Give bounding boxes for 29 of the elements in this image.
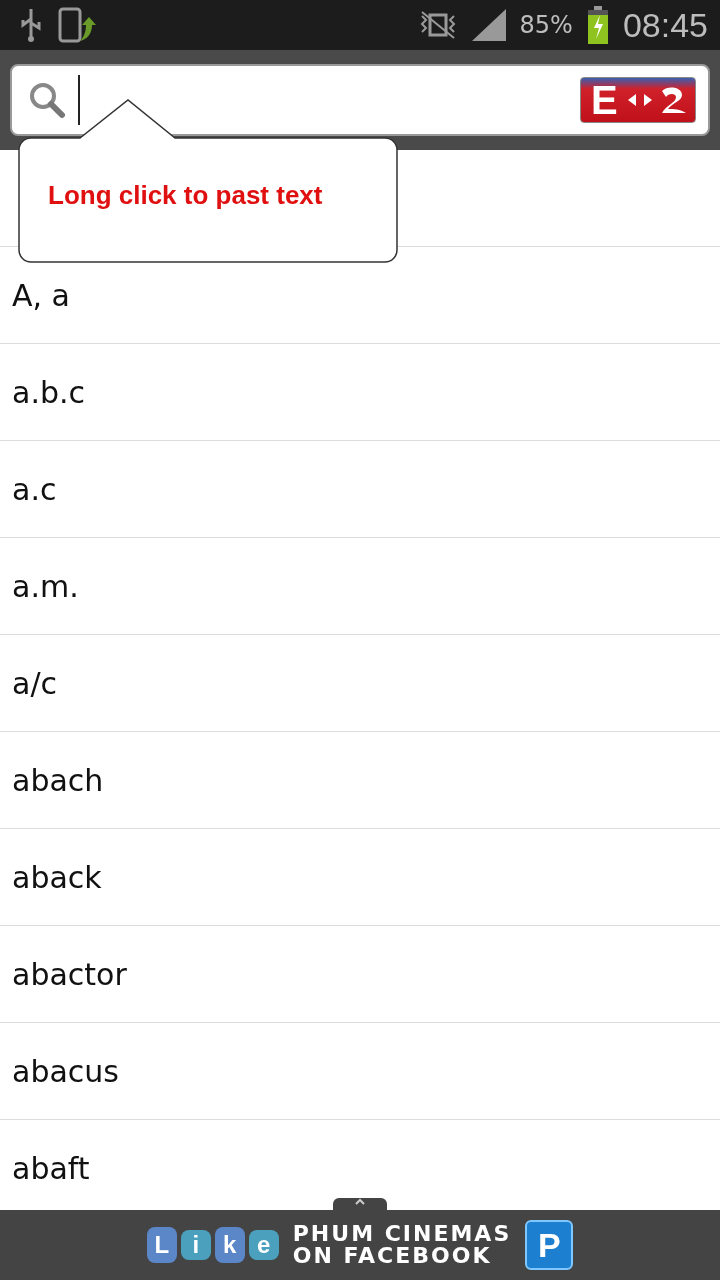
- word-entry[interactable]: abacus: [12, 1053, 119, 1089]
- banner-handle[interactable]: [333, 1198, 387, 1210]
- like-tag: k: [214, 1227, 245, 1263]
- word-entry[interactable]: abactor: [12, 956, 127, 992]
- word-entry[interactable]: a.m.: [12, 568, 79, 604]
- ad-badge: P: [525, 1220, 574, 1270]
- battery-percent: 85%: [519, 11, 573, 39]
- ad-text: PHUM CINEMAS: [292, 1223, 512, 1245]
- like-tag: i: [180, 1230, 211, 1260]
- word-entry[interactable]: A, a: [12, 277, 70, 313]
- caret-icon: [354, 1198, 366, 1206]
- tooltip-text: Long click to past text: [48, 180, 323, 211]
- battery-icon: [586, 6, 609, 44]
- word-entry[interactable]: abach: [12, 762, 104, 798]
- word-entry[interactable]: a.c: [12, 471, 57, 507]
- clock: 08:45: [622, 5, 708, 45]
- word-entry[interactable]: aback: [12, 859, 102, 895]
- like-tag: L: [146, 1227, 177, 1263]
- ad-text: ON FACEBOOK: [292, 1245, 493, 1267]
- search-icon: [28, 81, 66, 119]
- word-entry[interactable]: a/c: [12, 665, 57, 701]
- phone-upload-icon: [58, 5, 98, 45]
- signal-icon: [471, 9, 506, 41]
- word-entry[interactable]: abaft: [12, 1150, 90, 1186]
- word-entry[interactable]: a.b.c: [12, 374, 85, 410]
- search-field[interactable]: E: [10, 64, 710, 136]
- app-logo[interactable]: E: [580, 77, 696, 123]
- ad-banner[interactable]: L i k e PHUM CINEMAS ON FACEBOOK P: [0, 1210, 720, 1280]
- like-tag: e: [248, 1230, 279, 1260]
